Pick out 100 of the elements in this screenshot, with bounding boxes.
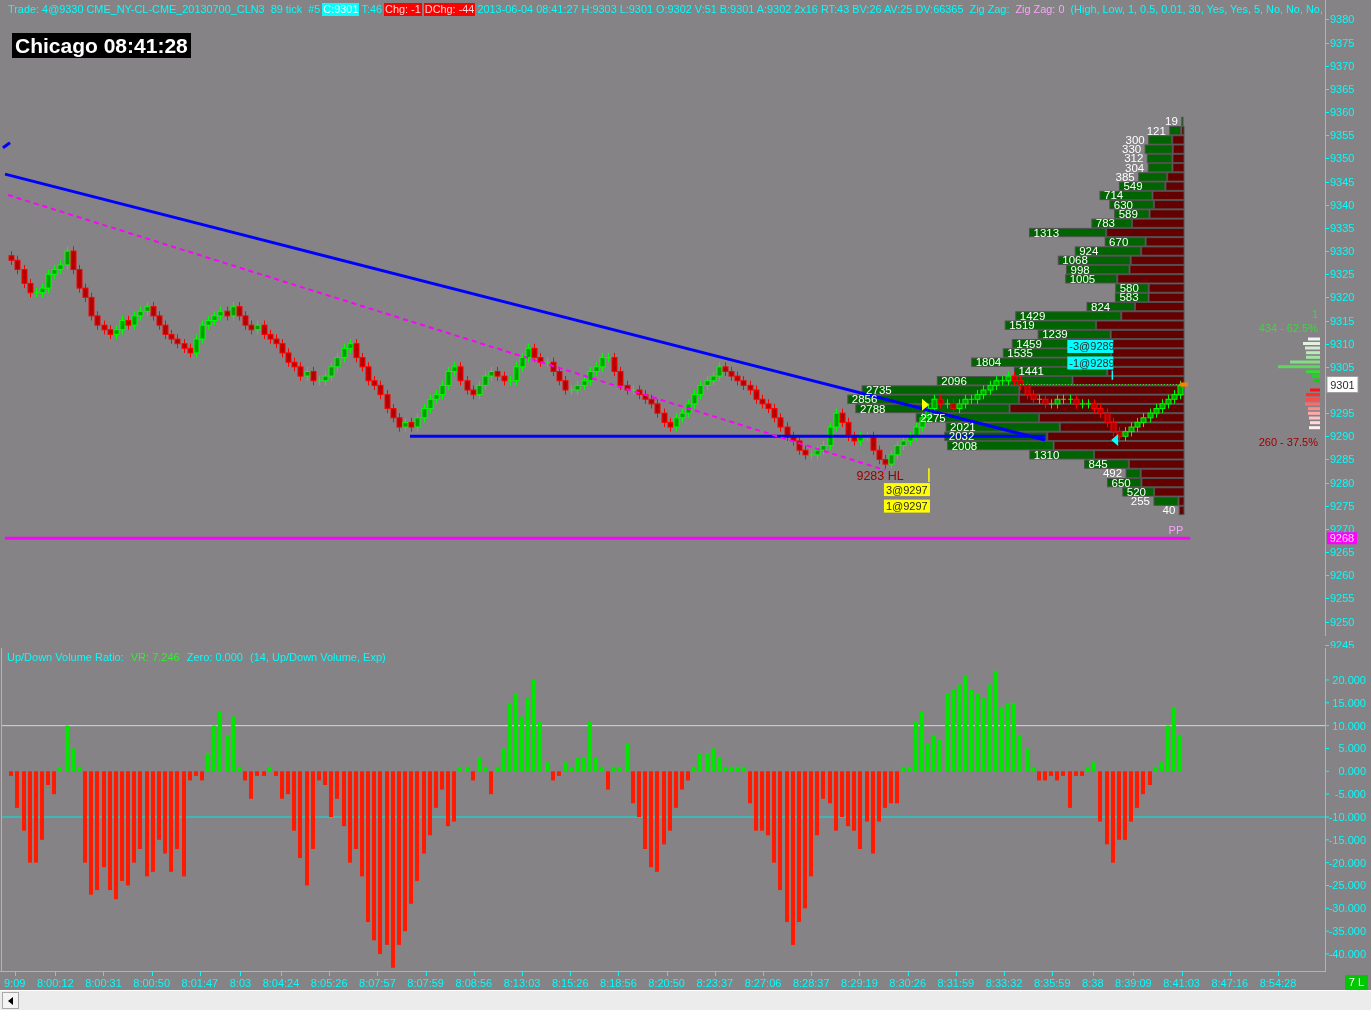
price-axis-label: 9375 xyxy=(1330,36,1355,49)
volume-ratio-bar xyxy=(292,771,296,831)
price-axis-label: 9265 xyxy=(1330,546,1355,559)
volume-label: 520 xyxy=(1126,488,1146,496)
volume-ratio-bar xyxy=(465,766,469,772)
volume-ratio-bar xyxy=(760,771,764,831)
indicator-axis-label: 10.000 xyxy=(1332,719,1366,732)
volume-ratio-bar xyxy=(938,739,942,772)
volume-label: 300 xyxy=(1125,136,1145,144)
indicator-axis-label: 5.000 xyxy=(1338,742,1366,755)
volume-ratio-bar xyxy=(46,771,50,785)
volume-ratio-bar xyxy=(723,766,727,772)
time-axis-label: 8:39:09 xyxy=(1115,972,1152,989)
volume-label: 19 xyxy=(1165,117,1178,125)
volume-ratio-bar xyxy=(317,771,321,781)
volume-ratio-bar xyxy=(520,716,524,772)
time-axis-label: 8:07:59 xyxy=(407,972,444,989)
time-axis-label: 8:23:37 xyxy=(696,972,734,989)
indicator-axis-label: -40.000 xyxy=(1328,948,1366,960)
volume-ratio-bar xyxy=(582,757,586,772)
price-axis-label: 9365 xyxy=(1330,82,1355,95)
volume-ratio-bar xyxy=(1172,707,1176,772)
volume-ratio-bar xyxy=(618,766,622,772)
scroll-left-button[interactable] xyxy=(2,992,19,1009)
volume-ratio-bar xyxy=(754,771,758,831)
indicator-axis-label: -30.000 xyxy=(1328,902,1366,915)
volume-label: 312 xyxy=(1124,154,1144,162)
price-axis-label: 9260 xyxy=(1330,569,1355,582)
status-text: 2013-06-04 08:41:27 H:9303 L:9301 O:9302 V:51 B:9301 A:9302 2x16 RT:43 BV:26 AV:25 DV:66365 Zig Zag: xyxy=(477,2,1010,16)
volume-ratio-bar xyxy=(828,771,832,804)
volume-ratio-bar xyxy=(477,757,481,772)
change-tag: DChg: -44 xyxy=(423,2,476,16)
volume-ratio-bar xyxy=(508,702,512,772)
volume-ratio-bar xyxy=(446,771,450,827)
price-axis-label: 9290 xyxy=(1330,430,1355,443)
volume-ratio-bar xyxy=(335,771,339,799)
time-axis-label: 8:00:50 xyxy=(133,972,171,989)
volume-label: 549 xyxy=(1123,182,1143,190)
indicator-axis-label: 0.000 xyxy=(1338,765,1366,778)
volume-ratio-bar xyxy=(1148,771,1152,785)
volume-label: 2788 xyxy=(859,405,886,413)
price-axis-label: 9285 xyxy=(1330,453,1355,466)
volume-ratio-bar xyxy=(1117,771,1121,840)
time-axis-label: 8:03 xyxy=(229,972,252,989)
volume-ratio-bar xyxy=(200,771,204,781)
price-axis-label: 9335 xyxy=(1330,221,1355,234)
volume-ratio-bar xyxy=(612,766,616,772)
indicator-axis-label: -5.000 xyxy=(1334,788,1366,801)
volume-label: 824 xyxy=(1091,303,1111,311)
volume-ratio-bar xyxy=(668,771,672,831)
volume-label: 2735 xyxy=(866,386,892,394)
volume-ratio-bar xyxy=(15,771,19,808)
volume-ratio-bar xyxy=(741,766,745,772)
time-axis-label: 8:07:57 xyxy=(359,972,396,989)
volume-ratio-bar xyxy=(637,771,641,817)
volume-ratio-bar xyxy=(815,771,819,836)
volume-ratio-bar xyxy=(686,771,690,781)
volume-ratio-bar xyxy=(188,771,192,781)
volume-label: 1804 xyxy=(975,358,1002,366)
volume-label: 385 xyxy=(1115,173,1135,181)
price-axis-label: 9340 xyxy=(1330,198,1355,211)
volume-label: 2008 xyxy=(951,442,978,450)
horizontal-scrollbar[interactable] xyxy=(0,990,1371,1010)
indicator-value-text: VR: 7.246 xyxy=(130,651,180,664)
order-fill-tag: 3@9297 xyxy=(883,483,930,497)
volume-label: 1441 xyxy=(1018,367,1044,375)
volume-ratio-bar xyxy=(932,734,936,772)
status-text: T:46 xyxy=(361,2,383,16)
volume-label: 2021 xyxy=(950,423,976,431)
volume-ratio-bar xyxy=(1043,771,1047,781)
volume-ratio-bar xyxy=(434,771,438,808)
volume-label: 330 xyxy=(1122,145,1142,153)
volume-ratio-bar xyxy=(495,766,499,772)
volume-label: 40 xyxy=(1162,506,1176,514)
time-axis-label: 8:31:59 xyxy=(937,972,975,989)
time-axis-label: 8:15:26 xyxy=(551,972,589,989)
volume-ratio-bar xyxy=(889,771,893,804)
time-axis-label: 8:08:56 xyxy=(455,972,493,989)
volume-ratio-bar xyxy=(1018,734,1022,772)
price-axis-label: 9275 xyxy=(1330,499,1355,512)
volume-ratio-bar xyxy=(71,748,75,772)
volume-ratio-bar xyxy=(1166,725,1170,772)
volume-ratio-bar xyxy=(1098,771,1102,822)
volume-ratio-bar xyxy=(674,771,678,808)
volume-label: 589 xyxy=(1118,210,1138,218)
volume-ratio-bar xyxy=(821,771,825,799)
volume-ratio-bar xyxy=(206,753,210,772)
volume-ratio-bar xyxy=(1055,771,1059,781)
order-fill-tag: 1@9297 xyxy=(883,499,930,513)
price-axis-label: 9360 xyxy=(1330,106,1355,119)
volume-ratio-bar xyxy=(557,771,561,776)
volume-ratio-bar xyxy=(231,716,235,772)
volume-label: 2096 xyxy=(941,377,967,385)
time-axis-label: 8:33:32 xyxy=(985,972,1023,989)
volume-ratio-bar xyxy=(834,771,838,831)
price-axis-label: 9305 xyxy=(1330,360,1355,373)
volume-ratio-bar xyxy=(735,766,739,772)
volume-label: 1310 xyxy=(1033,451,1060,459)
indicator-title-text: (14, Up/Down Volume, Exp) xyxy=(249,651,386,664)
volume-ratio-bar xyxy=(323,771,327,785)
